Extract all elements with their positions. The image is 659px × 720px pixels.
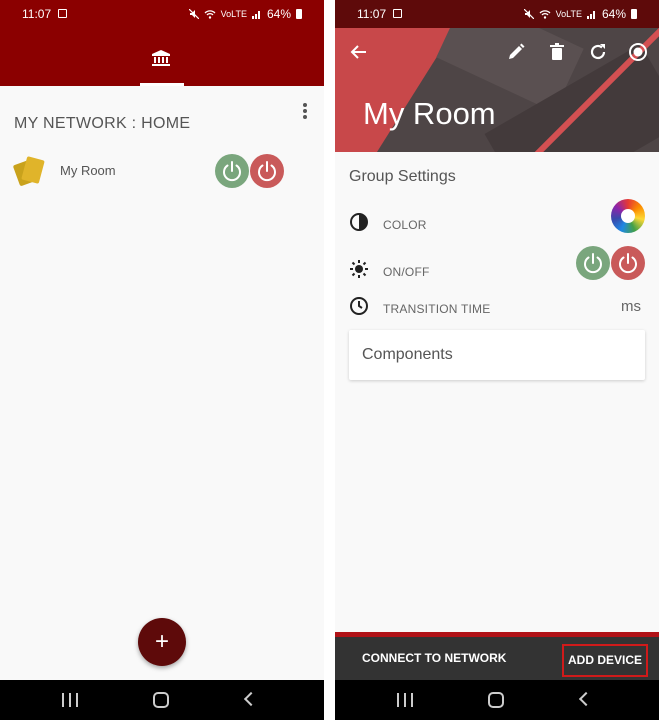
mute-icon xyxy=(523,9,534,19)
network-title: MY NETWORK : HOME xyxy=(14,115,191,132)
signal-icon xyxy=(251,11,260,19)
components-card[interactable]: Components xyxy=(349,330,645,380)
wifi-icon xyxy=(539,10,551,19)
group-settings-heading: Group Settings xyxy=(349,168,456,185)
delete-icon[interactable] xyxy=(547,42,567,62)
back-arrow-icon[interactable] xyxy=(349,42,369,62)
components-label: Components xyxy=(362,346,453,363)
image-icon xyxy=(58,9,67,18)
bank-icon[interactable] xyxy=(152,50,170,66)
image-icon xyxy=(393,9,402,18)
add-button[interactable]: + xyxy=(138,618,186,666)
power-on-button[interactable] xyxy=(215,154,249,188)
system-nav-bar xyxy=(0,680,324,720)
status-time: 11:07 xyxy=(22,7,52,21)
bottom-action-bar: CONNECT TO NETWORK ADD DEVICE xyxy=(335,632,659,680)
color-wheel-icon[interactable] xyxy=(611,199,645,233)
recents-icon[interactable] xyxy=(397,693,413,707)
power-off-button[interactable] xyxy=(250,154,284,188)
home-icon[interactable] xyxy=(153,692,169,708)
battery-icon xyxy=(296,9,302,19)
screen-room-detail: 11:07 VoLTE 64% My Room Group Settings C… xyxy=(335,0,659,720)
setting-label: ON/OFF xyxy=(383,265,430,279)
power-off-button[interactable] xyxy=(611,246,645,280)
refresh-icon[interactable] xyxy=(588,42,608,62)
setting-label: TRANSITION TIME xyxy=(383,302,491,316)
add-device-button[interactable]: ADD DEVICE xyxy=(562,644,648,677)
room-list-item[interactable]: My Room xyxy=(12,152,312,190)
mute-icon xyxy=(188,9,199,19)
power-icon xyxy=(258,161,276,182)
power-on-button[interactable] xyxy=(576,246,610,280)
signal-icon xyxy=(586,11,595,19)
recents-icon[interactable] xyxy=(62,693,78,707)
volte-indicator: VoLTE xyxy=(555,9,582,19)
battery-icon xyxy=(631,9,637,19)
setting-transition: TRANSITION TIME xyxy=(349,296,649,320)
status-bar: 11:07 VoLTE 64% xyxy=(335,0,659,28)
status-time: 11:07 xyxy=(357,7,387,21)
home-icon[interactable] xyxy=(488,692,504,708)
connect-to-network-button[interactable]: CONNECT TO NETWORK xyxy=(362,651,506,665)
more-vert-icon[interactable] xyxy=(302,103,308,119)
battery-percent: 64% xyxy=(266,7,291,21)
edit-icon[interactable] xyxy=(506,42,526,62)
wifi-icon xyxy=(204,10,216,19)
setting-color: COLOR xyxy=(349,212,649,236)
transition-unit[interactable]: ms xyxy=(621,298,641,315)
power-icon xyxy=(584,253,602,274)
room-title: My Room xyxy=(363,96,496,131)
contrast-icon xyxy=(350,213,368,231)
brightness-icon xyxy=(350,260,368,278)
screen-network: 11:07 VoLTE 64% MY NETWORK : HOME My Roo… xyxy=(0,0,324,720)
battery-percent: 64% xyxy=(601,7,626,21)
power-icon xyxy=(223,161,241,182)
tab-indicator xyxy=(140,83,184,86)
room-header: My Room xyxy=(335,28,659,152)
power-icon xyxy=(619,253,637,274)
back-nav-icon[interactable] xyxy=(243,691,259,707)
room-icon xyxy=(13,156,45,186)
record-icon[interactable] xyxy=(628,42,648,62)
clock-icon xyxy=(350,297,368,315)
status-bar: 11:07 VoLTE 64% xyxy=(0,0,324,28)
system-nav-bar xyxy=(335,680,659,720)
room-label: My Room xyxy=(60,163,116,178)
app-bar xyxy=(0,28,324,86)
setting-label: COLOR xyxy=(383,218,427,232)
volte-indicator: VoLTE xyxy=(220,9,247,19)
back-nav-icon[interactable] xyxy=(578,691,594,707)
